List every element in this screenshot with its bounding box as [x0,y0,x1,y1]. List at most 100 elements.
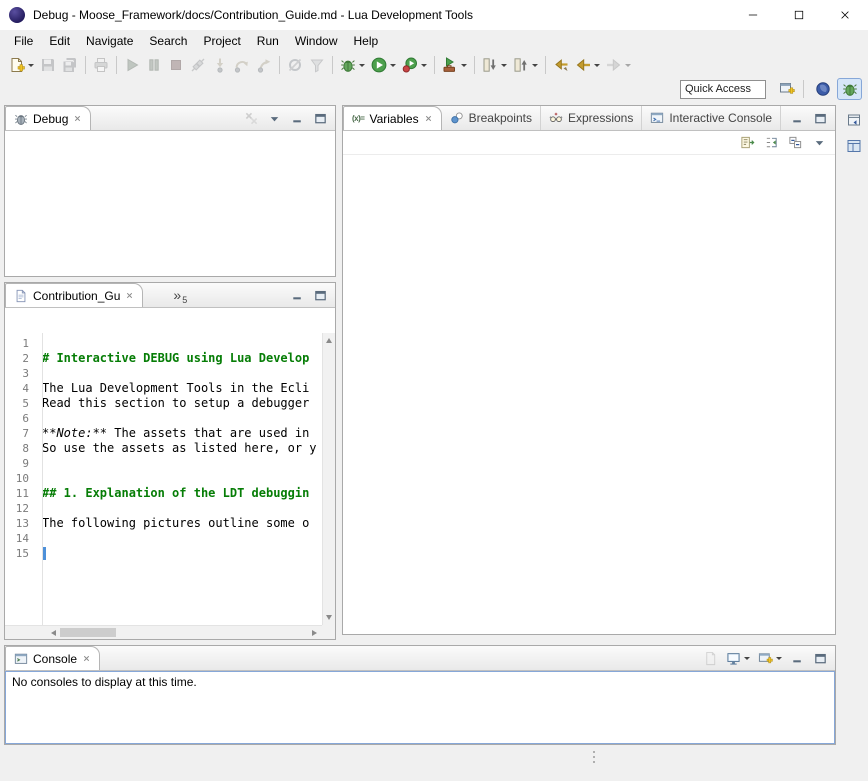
menu-navigate[interactable]: Navigate [78,31,141,51]
external-tools-button[interactable] [439,54,470,76]
menu-window[interactable]: Window [287,31,346,51]
save-all-button[interactable] [59,54,81,76]
close-button[interactable] [822,0,868,30]
line-number[interactable]: 14 [5,531,36,546]
dropdown-arrow-icon[interactable] [532,64,538,67]
dropdown-arrow-icon[interactable] [359,64,365,67]
editor-line[interactable]: 13The following pictures outline some o [5,516,322,531]
editor-line-text[interactable]: So use the assets as listed here, or y [36,441,317,456]
editor-line[interactable]: 10 [5,471,322,486]
view-menu-button[interactable] [264,108,285,128]
line-number[interactable]: 10 [5,471,36,486]
tab-expressions[interactable]: Expressions [541,106,642,130]
close-icon[interactable] [424,114,433,123]
line-number[interactable]: 2 [5,351,36,366]
tab-contribution-guide[interactable]: Contribution_Gu [5,283,143,307]
editor-line[interactable]: 2# Interactive DEBUG using Lua Develop [5,351,322,366]
editor-line-text[interactable]: Read this section to setup a debugger [36,396,309,411]
collapse-all-button[interactable] [785,133,806,153]
show-logical-structures-button[interactable] [761,133,782,153]
editor-line[interactable]: 5Read this section to setup a debugger [5,396,322,411]
line-number[interactable]: 3 [5,366,36,381]
menu-help[interactable]: Help [346,31,387,51]
open-console-page-button[interactable] [700,648,721,668]
editor-line-text[interactable]: The following pictures outline some o [36,516,309,531]
menu-search[interactable]: Search [141,31,195,51]
menu-run[interactable]: Run [249,31,287,51]
editor-content[interactable]: 12 # Interactive DEBUG using Lua Develop3… [5,308,335,639]
skip-all-breakpoints-button[interactable] [284,54,306,76]
editor-line[interactable]: 14 [5,531,322,546]
dropdown-arrow-icon[interactable] [501,64,507,67]
editor-line[interactable]: 11## 1. Explanation of the LDT debuggin [5,486,322,501]
scroll-left-icon[interactable] [51,630,56,636]
close-icon[interactable] [125,291,134,300]
print-button[interactable] [90,54,112,76]
dropdown-arrow-icon[interactable] [461,64,467,67]
close-icon[interactable] [73,114,82,123]
line-number[interactable]: 5 [5,396,36,411]
step-into-button[interactable] [209,54,231,76]
line-number[interactable]: 4 [5,381,36,396]
previous-annotation-button[interactable] [510,54,541,76]
editor-line-text[interactable]: # Interactive DEBUG using Lua Develop [36,351,309,366]
sash-handle[interactable] [591,751,597,771]
minimize-button[interactable] [287,108,308,128]
maximize-button[interactable] [310,108,331,128]
dropdown-arrow-icon[interactable] [625,64,631,67]
editor-line-text[interactable]: The Lua Development Tools in the Ecli [36,381,309,396]
open-perspective-button[interactable] [774,78,799,100]
minimize-button[interactable] [287,285,308,305]
line-number[interactable]: 13 [5,516,36,531]
editor-line[interactable]: 8So use the assets as listed here, or y [5,441,322,456]
editor-line-text[interactable]: **Note:** The assets that are used in [36,426,309,441]
menu-edit[interactable]: Edit [41,31,78,51]
dropdown-arrow-icon[interactable] [776,657,782,660]
last-edit-location-button[interactable] [550,54,572,76]
debug-button[interactable] [337,54,368,76]
use-step-filters-button[interactable] [306,54,328,76]
hidden-editors-chevron[interactable]: » 5 [169,283,191,307]
disconnect-button[interactable] [187,54,209,76]
view-menu-button[interactable] [809,133,830,153]
coverage-button[interactable] [399,54,430,76]
editor-line[interactable]: 7**Note:** The assets that are used in [5,426,322,441]
scrollbar-thumb[interactable] [60,628,116,637]
step-return-button[interactable] [253,54,275,76]
editor-vertical-scrollbar[interactable] [322,333,335,625]
editor-line-text[interactable]: ## 1. Explanation of the LDT debuggin [36,486,309,501]
maximize-button[interactable] [310,285,331,305]
editor-line[interactable]: 3 [5,366,322,381]
minimize-button[interactable] [787,108,808,128]
terminate-button[interactable] [165,54,187,76]
dropdown-arrow-icon[interactable] [421,64,427,67]
editor-line[interactable]: 15 [5,546,322,561]
line-number[interactable]: 8 [5,441,36,456]
scroll-right-icon[interactable] [312,630,317,636]
remove-all-terminated-button[interactable] [241,108,262,128]
restore-minimized-view-button[interactable] [843,109,865,131]
line-number[interactable]: 12 [5,501,36,516]
maximize-button[interactable] [776,0,822,30]
back-button[interactable] [572,54,603,76]
line-number[interactable]: 11 [5,486,36,501]
debug-perspective-button[interactable] [837,78,862,100]
show-type-names-button[interactable] [737,133,758,153]
scroll-down-icon[interactable] [326,615,332,620]
minimized-editor-area-button[interactable] [843,135,865,157]
tab-breakpoints[interactable]: Breakpoints [442,106,541,130]
save-button[interactable] [37,54,59,76]
line-number[interactable]: 7 [5,426,36,441]
dropdown-arrow-icon[interactable] [594,64,600,67]
display-selected-console-button[interactable] [723,648,753,668]
open-console-button[interactable] [755,648,785,668]
close-icon[interactable] [82,654,91,663]
scroll-up-icon[interactable] [326,338,332,343]
run-button[interactable] [368,54,399,76]
tab-debug[interactable]: Debug [5,106,91,130]
quick-access-input[interactable]: Quick Access [680,80,766,99]
menu-project[interactable]: Project [195,31,248,51]
editor-line-text[interactable] [36,546,46,561]
dropdown-arrow-icon[interactable] [390,64,396,67]
maximize-button[interactable] [810,648,831,668]
